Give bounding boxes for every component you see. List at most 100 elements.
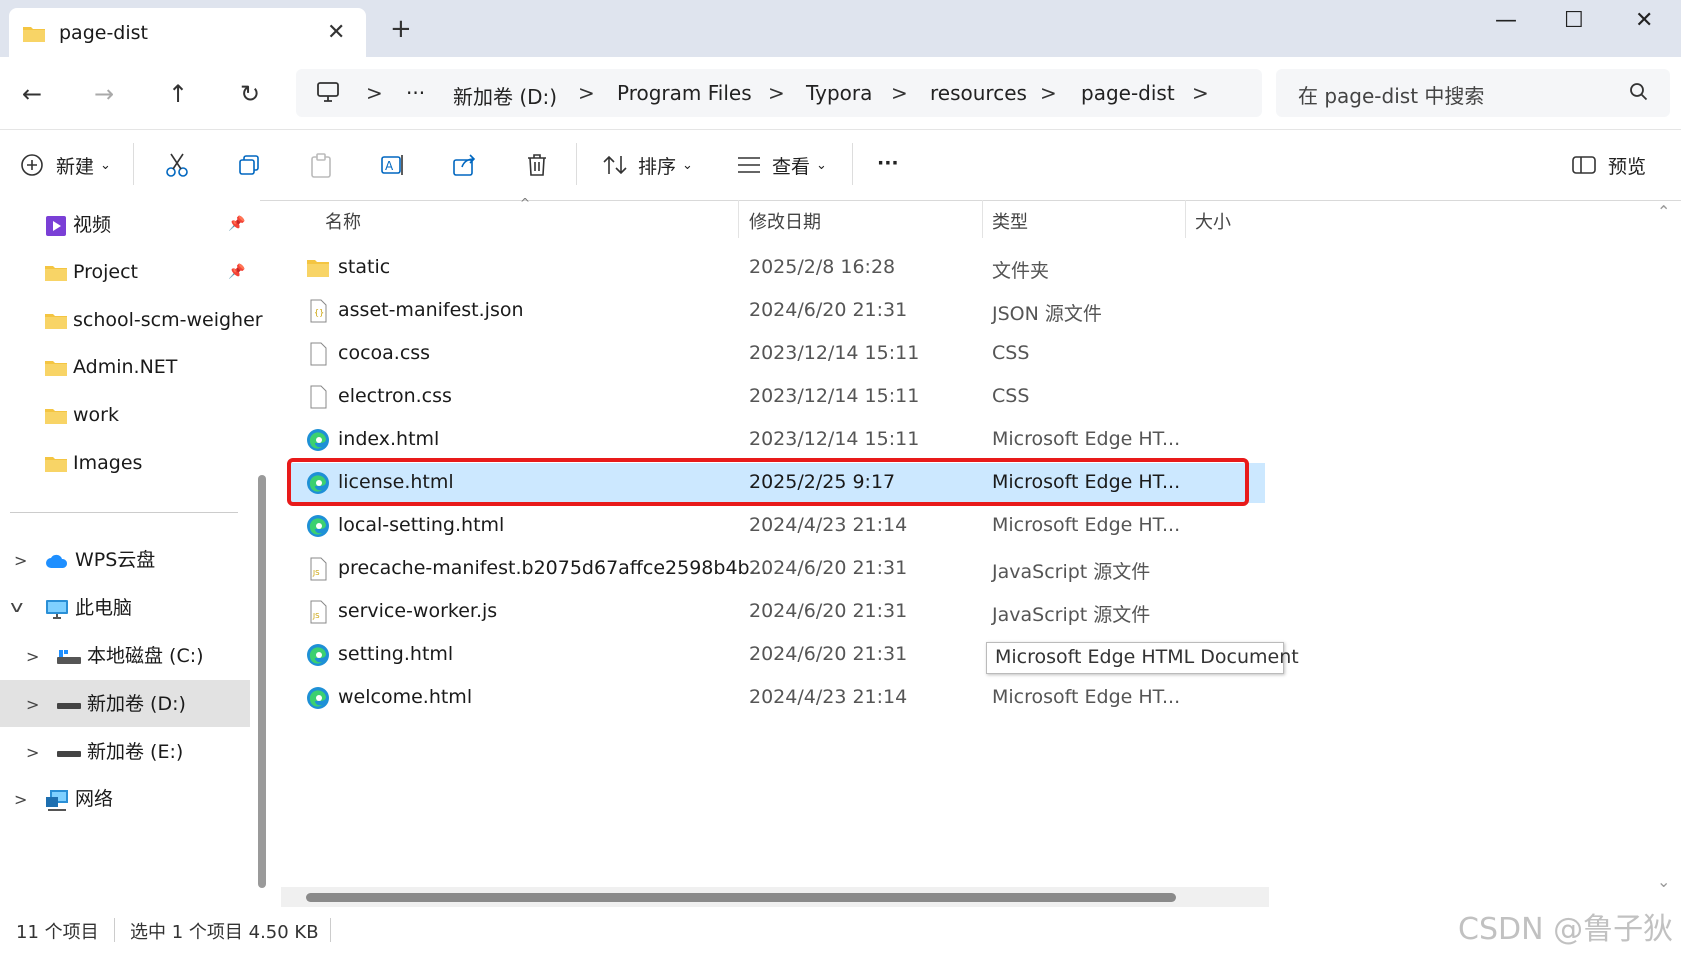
folder-icon [307,260,329,277]
close-window-button[interactable]: ✕ [1635,8,1653,33]
sidebar-item-label: 视频 [73,214,112,236]
new-icon[interactable] [20,153,44,177]
chevron-down-icon[interactable]: ⌄ [682,158,693,173]
file-row-cocoa-css[interactable]: cocoa.css 2023/12/14 15:11 CSS [290,334,1265,374]
view-icon[interactable] [737,156,761,174]
more-options-button[interactable]: ··· [877,152,899,174]
column-header-size[interactable]: 大小 [1195,208,1231,234]
file-type: JavaScript 源文件 [992,561,1151,583]
pin-icon[interactable]: 📌 [228,264,245,280]
copy-icon[interactable] [237,153,261,177]
folder-icon [45,313,67,329]
sidebar-scrollbar[interactable] [258,475,266,888]
column-divider[interactable] [738,200,739,238]
breadcrumb-more[interactable]: ··· [406,81,425,105]
breadcrumb-separator[interactable]: > [1192,81,1209,105]
file-row-welcome-html[interactable]: welcome.html 2024/4/23 21:14 Microsoft E… [290,678,1265,718]
breadcrumb-item[interactable]: page-dist [1081,81,1175,105]
vertical-scrollbar[interactable]: ⌃ ⌄ [1655,200,1677,905]
file-row-static[interactable]: static 2025/2/8 16:28 文件夹 [290,248,1265,288]
file-type: JavaScript 源文件 [992,604,1151,626]
new-tab-button[interactable]: + [390,14,412,44]
folder-icon [45,408,67,424]
sort-ascending-icon: ^ [520,196,531,210]
breadcrumb-item[interactable]: 新加卷 (D:) [453,81,557,110]
column-header-date[interactable]: 修改日期 [749,208,821,234]
breadcrumb-separator[interactable]: > [578,81,595,105]
minimize-button[interactable]: — [1495,8,1517,33]
file-row-precache-manifest[interactable]: JS precache-manifest.b2075d67affce2598b4… [290,549,1265,589]
chevron-right-icon[interactable]: > [14,551,27,570]
sidebar-item-images[interactable]: Images [45,444,142,482]
rename-icon[interactable]: A [380,152,406,178]
sidebar-item-wps-cloud[interactable]: WPS云盘 [45,541,155,579]
sidebar-item-this-pc[interactable]: 此电脑 [45,589,132,627]
pin-icon[interactable]: 📌 [228,216,245,232]
toolbar-divider [133,143,134,185]
file-row-electron-css[interactable]: electron.css 2023/12/14 15:11 CSS [290,377,1265,417]
sidebar-item-network[interactable]: 网络 [45,780,113,818]
chevron-down-icon[interactable]: ⌄ [100,158,111,173]
cut-icon[interactable] [165,152,189,178]
sidebar-item-video[interactable]: 视频 [45,206,111,244]
scroll-down-icon[interactable]: ⌄ [1657,872,1670,891]
breadcrumb-separator[interactable]: > [1040,81,1057,105]
chevron-right-icon[interactable]: > [26,695,39,714]
file-row-index-html[interactable]: index.html 2023/12/14 15:11 Microsoft Ed… [290,420,1265,460]
view-button[interactable]: 查看 [772,152,810,179]
forward-button[interactable]: → [94,80,114,108]
column-header-name[interactable]: 名称 [325,208,361,234]
sidebar-item-drive-c[interactable]: 本地磁盘 (C:) [57,637,204,675]
sidebar-item-school-scm-weigher[interactable]: school-scm-weigher [45,301,263,339]
column-divider[interactable] [982,200,983,238]
folder-icon [45,360,67,376]
scroll-up-icon[interactable]: ⌃ [1657,202,1670,221]
edge-icon [307,644,329,666]
horizontal-scroll-thumb[interactable] [306,893,1176,902]
cloud-icon [46,554,68,568]
file-row-local-setting-html[interactable]: local-setting.html 2024/4/23 21:14 Micro… [290,506,1265,546]
chevron-right-icon[interactable]: > [14,790,27,809]
svg-text:JS: JS [312,569,320,577]
file-date: 2024/4/23 21:14 [749,686,908,708]
breadcrumb-item[interactable]: Program Files [617,81,752,105]
up-button[interactable]: ↑ [168,80,188,108]
delete-icon[interactable] [525,152,549,178]
column-divider[interactable] [1185,200,1186,238]
paste-icon[interactable] [309,153,333,179]
sidebar-item-drive-d[interactable]: 新加卷 (D:) [57,685,186,723]
breadcrumb-separator[interactable]: > [891,81,908,105]
chevron-down-icon[interactable]: v [10,597,23,616]
search-box[interactable]: 在 page-dist 中搜索 [1276,69,1670,117]
sort-button[interactable]: 排序 [638,152,676,179]
sidebar-item-label: 新加卷 (E:) [87,741,184,763]
new-button[interactable]: 新建 [56,152,94,179]
breadcrumb-separator[interactable]: > [768,81,785,105]
file-row-service-worker-js[interactable]: JS service-worker.js 2024/6/20 21:31 Jav… [290,592,1265,632]
file-date: 2024/6/20 21:31 [749,557,908,579]
tab-page-dist[interactable]: page-dist ✕ [9,8,366,57]
file-name: electron.css [338,385,452,407]
sidebar-item-drive-e[interactable]: 新加卷 (E:) [57,733,183,771]
sort-icon[interactable] [602,154,628,176]
chevron-right-icon[interactable]: > [26,743,39,762]
file-row-asset-manifest[interactable]: {} asset-manifest.json 2024/6/20 21:31 J… [290,291,1265,331]
share-icon[interactable] [452,152,478,178]
refresh-button[interactable]: ↻ [240,80,260,108]
close-tab-button[interactable]: ✕ [327,20,345,45]
sidebar-item-work[interactable]: work [45,396,119,434]
preview-pane-icon[interactable] [1572,155,1596,175]
search-icon[interactable] [1628,81,1650,103]
sidebar-item-admin-net[interactable]: Admin.NET [45,348,177,386]
back-button[interactable]: ← [22,80,42,108]
column-header-type[interactable]: 类型 [992,208,1028,234]
sidebar-item-project[interactable]: Project [45,253,138,291]
breadcrumb-item[interactable]: resources [930,81,1027,105]
maximize-button[interactable]: ☐ [1564,8,1584,33]
chevron-right-icon[interactable]: > [26,647,39,666]
breadcrumb-item[interactable]: Typora [806,81,872,105]
breadcrumb-separator[interactable]: > [366,81,383,105]
computer-icon[interactable] [316,81,340,103]
preview-button[interactable]: 预览 [1608,152,1646,179]
chevron-down-icon[interactable]: ⌄ [816,158,827,173]
